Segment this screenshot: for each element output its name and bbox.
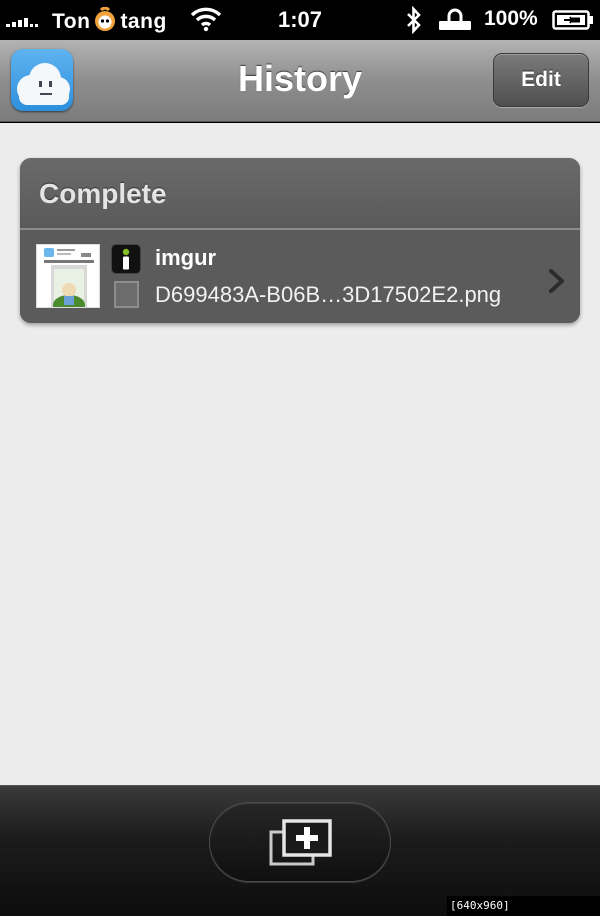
add-photos-icon [269,819,332,866]
file-icon [114,281,139,308]
status-bar: Ton tang 1:07 100% [0,0,600,40]
battery-percent: 100% [484,7,538,30]
history-content: Complete imgur D699483A-B06B…3D17502E2.p… [0,123,600,785]
navigation-bar: History Edit [0,40,600,122]
edit-button[interactable]: Edit [493,53,589,107]
bluetooth-icon [407,6,421,34]
watermark: [640x960] https://upic.me/ [447,896,600,916]
upload-thumbnail [36,244,100,308]
imgur-icon [111,244,141,274]
history-row[interactable]: imgur D699483A-B06B…3D17502E2.png [20,231,580,323]
history-section: Complete imgur D699483A-B06B…3D17502E2.p… [20,158,580,323]
service-name: imgur [155,245,217,270]
chevron-right-icon [549,269,564,293]
section-header: Complete [20,158,580,230]
file-name: D699483A-B06B…3D17502E2.png [155,282,502,307]
add-upload-button[interactable] [209,802,391,882]
orientation-lock-icon [439,8,471,30]
battery-charging-icon [552,10,593,30]
section-title: Complete [39,178,167,209]
